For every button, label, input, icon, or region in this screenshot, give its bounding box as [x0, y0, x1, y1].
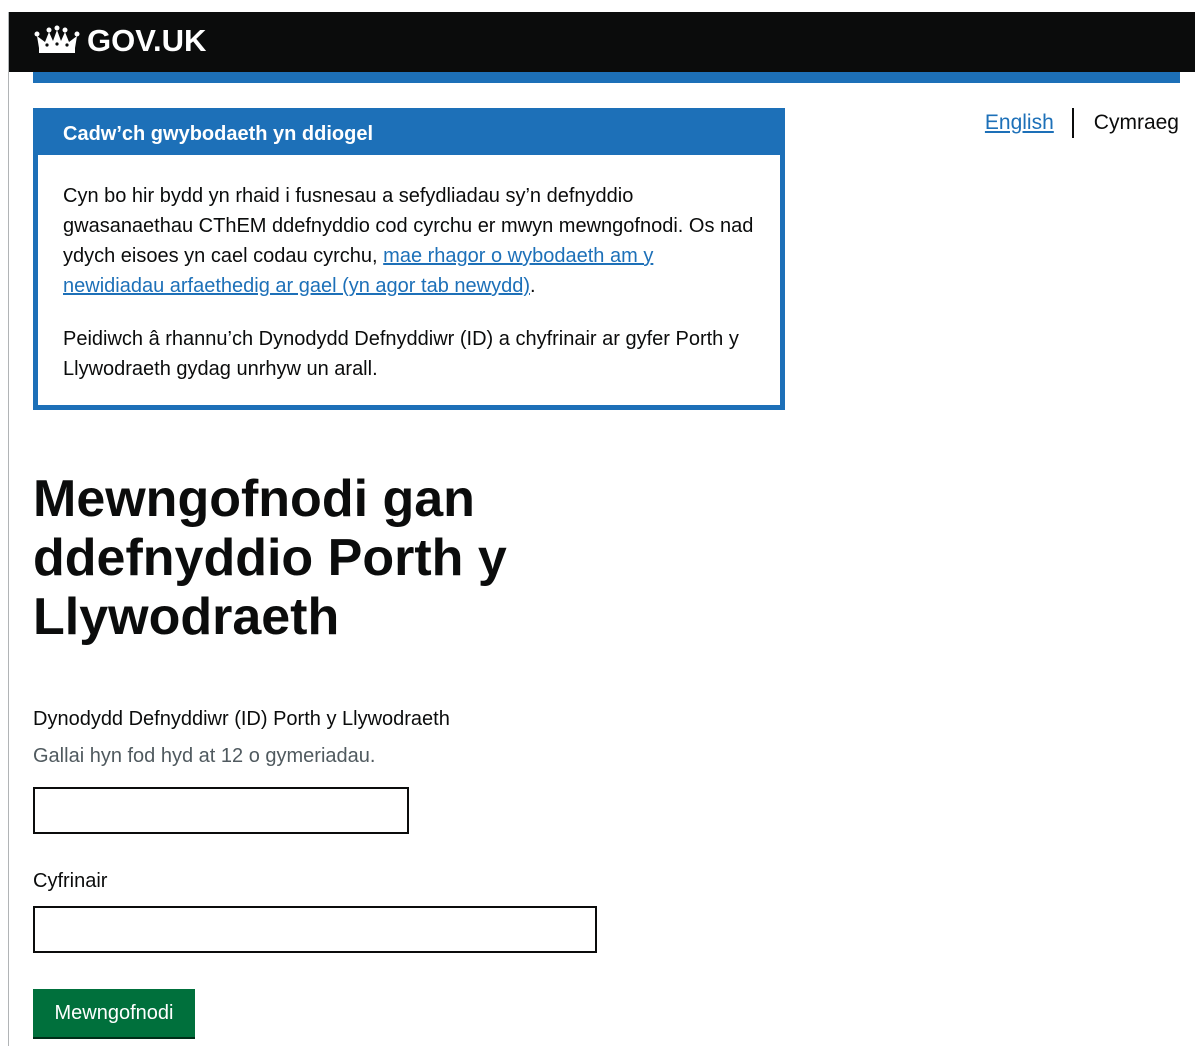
language-switcher: English Cymraeg — [985, 108, 1179, 138]
header-blue-bar — [33, 72, 1180, 83]
notification-banner: Cadw’ch gwybodaeth yn ddiogel Cyn bo hir… — [33, 108, 785, 410]
govuk-logo-link[interactable]: GOV.UK — [33, 24, 206, 58]
sign-in-button[interactable]: Mewngofnodi — [33, 989, 195, 1037]
password-input[interactable] — [33, 906, 597, 953]
banner-header: Cadw’ch gwybodaeth yn ddiogel — [38, 113, 780, 155]
banner-paragraph-1: Cyn bo hir bydd yn rhaid i fusnesau a se… — [63, 181, 755, 301]
banner-title: Cadw’ch gwybodaeth yn ddiogel — [63, 122, 374, 145]
password-label: Cyfrinair — [33, 870, 108, 892]
crown-icon — [33, 24, 81, 58]
banner-body: Cyn bo hir bydd yn rhaid i fusnesau a se… — [38, 155, 780, 384]
user-id-label: Dynodydd Defnyddiwr (ID) Porth y Llywodr… — [33, 708, 450, 730]
page-title: Mewngofnodi gan ddefnyddio Porth y Llywo… — [33, 470, 507, 646]
top-strip — [0, 0, 1195, 12]
banner-paragraph-1-end: . — [529, 275, 536, 297]
current-language: Cymraeg — [1093, 111, 1179, 134]
english-language-link[interactable]: English — [985, 111, 1072, 135]
banner-paragraph-2: Peidiwch â rhannu’ch Dynodydd Defnyddiwr… — [63, 328, 739, 380]
left-edge-rule — [8, 12, 9, 1046]
logo-text: GOV.UK — [87, 23, 207, 58]
site-header: GOV.UK — [9, 12, 1195, 72]
user-id-hint: Gallai hyn fod hyd at 12 o gymeriadau. — [33, 745, 376, 767]
user-id-input[interactable] — [33, 787, 409, 834]
